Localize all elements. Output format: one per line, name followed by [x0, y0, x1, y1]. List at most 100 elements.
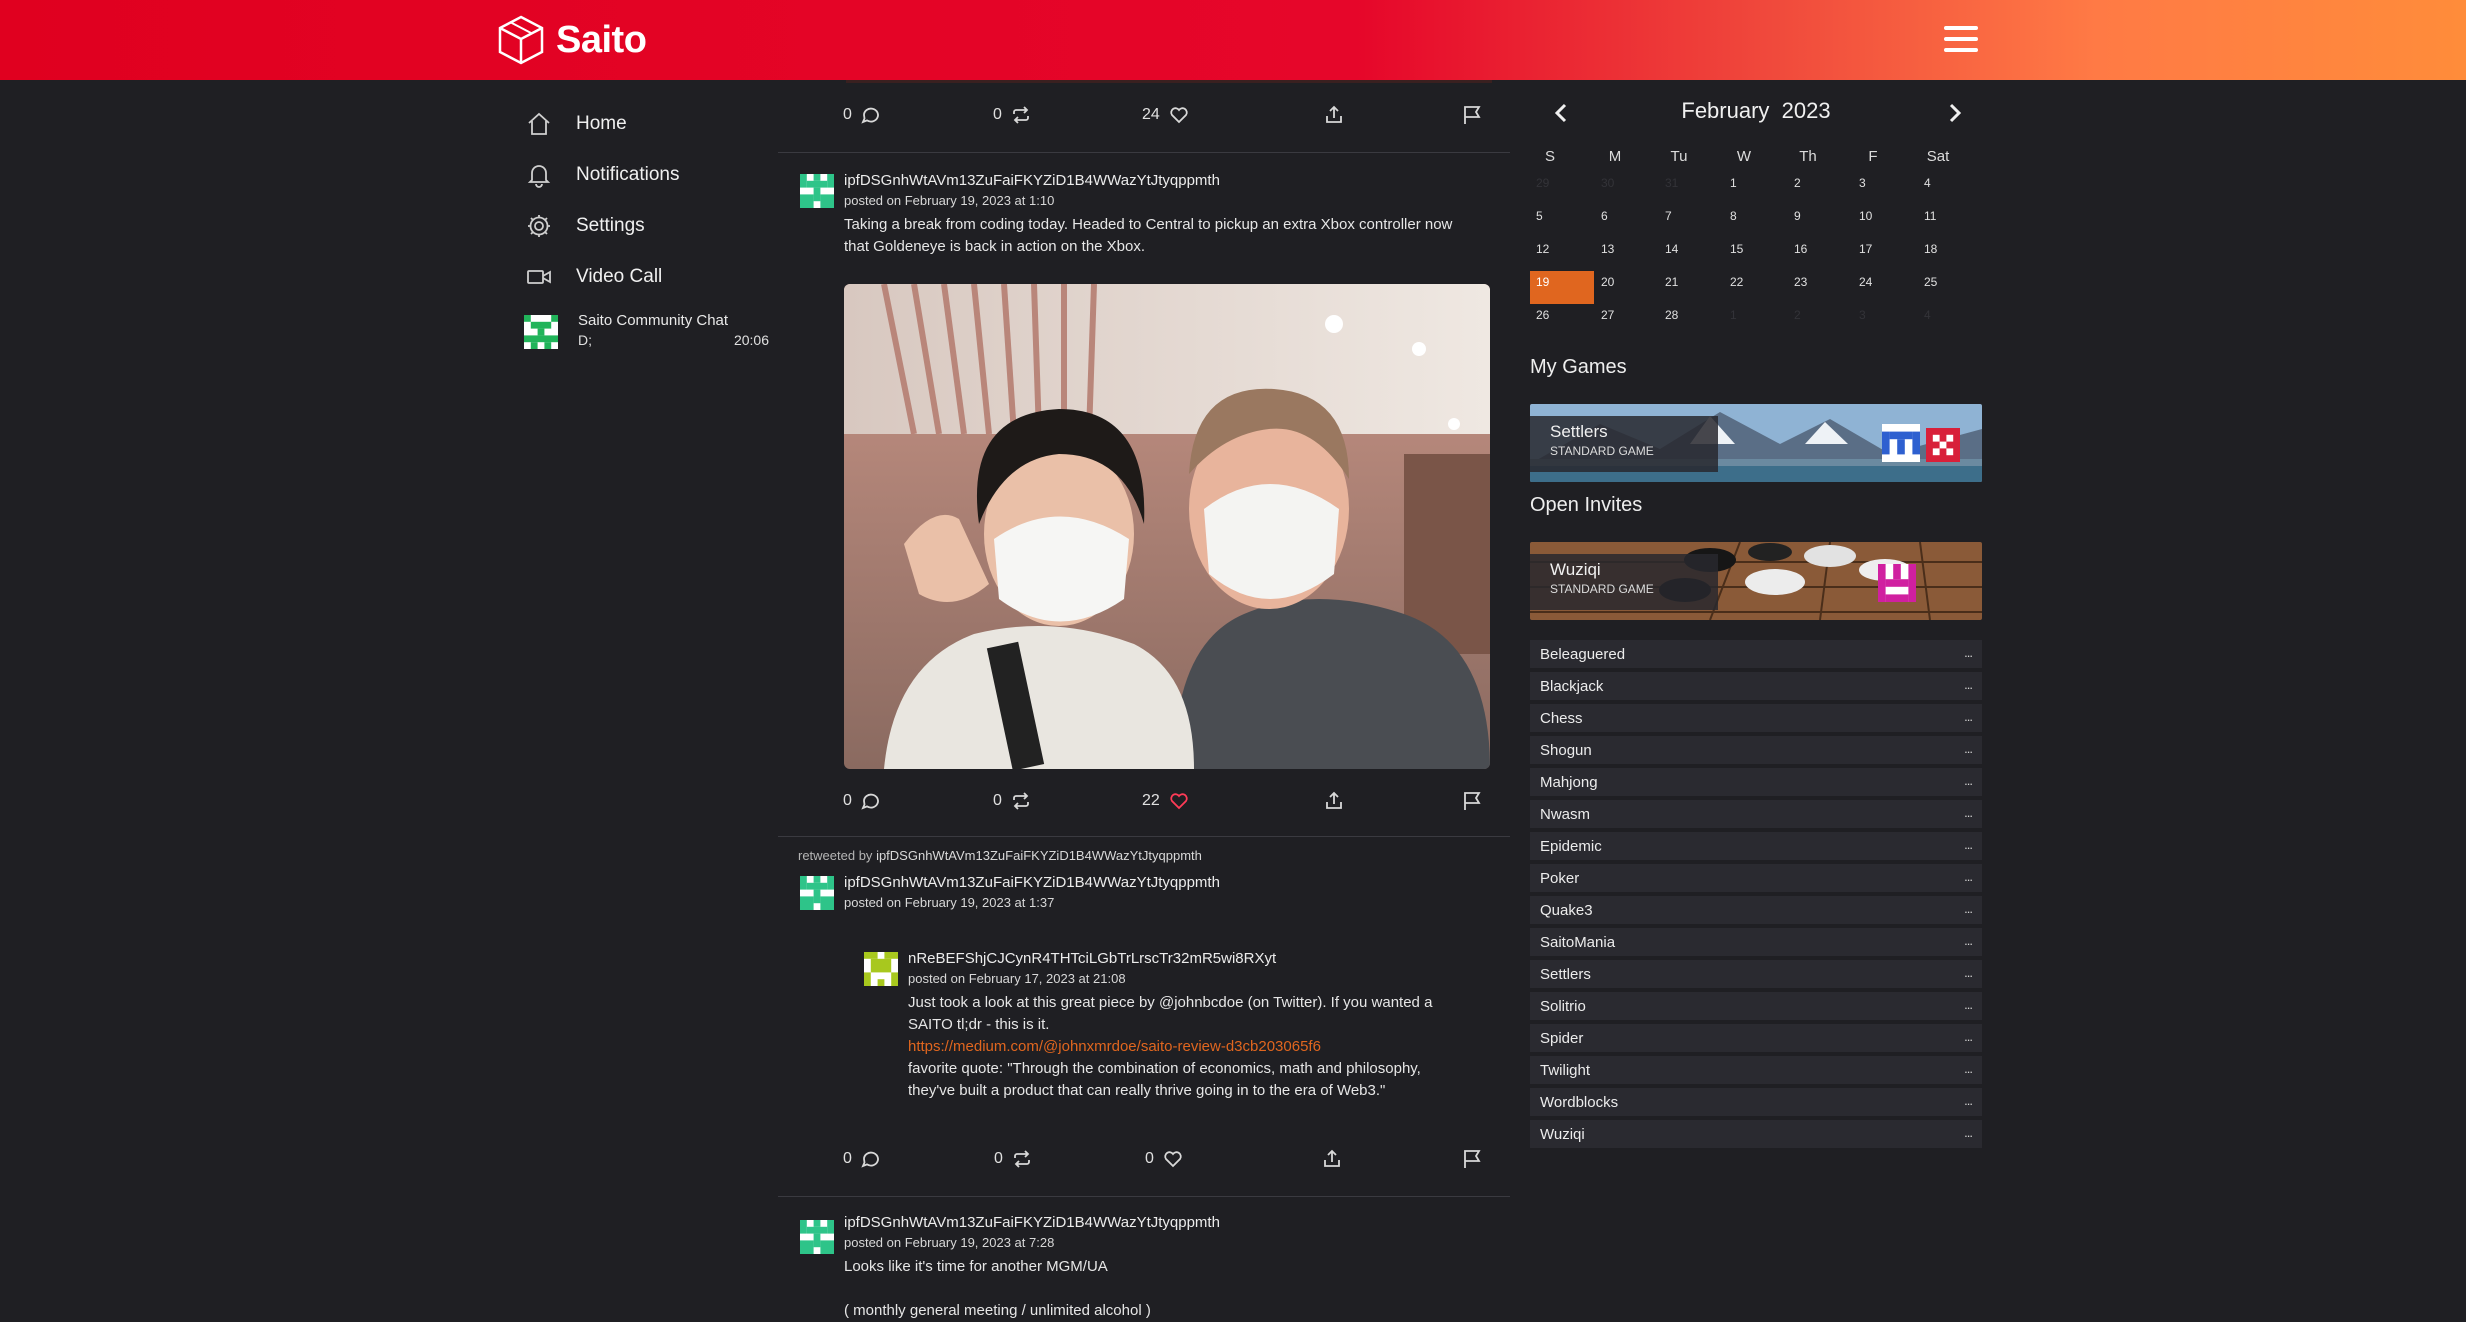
game-options-icon[interactable]: ... — [1964, 1061, 1973, 1076]
game-list-item[interactable]: Shogun... — [1530, 736, 1982, 764]
game-options-icon[interactable]: ... — [1964, 965, 1973, 980]
calendar-day[interactable]: 4 — [1918, 304, 1982, 337]
calendar-day[interactable]: 10 — [1853, 205, 1917, 238]
calendar-day[interactable]: 22 — [1724, 271, 1788, 304]
game-list-item[interactable]: Chess... — [1530, 704, 1982, 732]
calendar-day-today[interactable]: 19 — [1530, 271, 1594, 304]
calendar-day[interactable]: 2 — [1788, 304, 1852, 337]
calendar-day[interactable]: 15 — [1724, 238, 1788, 271]
quoted-post-link[interactable]: https://medium.com/@johnxmrdoe/saito-rev… — [908, 1036, 1321, 1058]
calendar-day[interactable]: 7 — [1659, 205, 1723, 238]
game-options-icon[interactable]: ... — [1964, 933, 1973, 948]
post-author[interactable]: ipfDSGnhWtAVm13ZuFaiFKYZiD1B4WWazYtJtyqp… — [844, 1214, 1220, 1231]
comment-button[interactable]: 0 — [843, 790, 882, 812]
calendar-day[interactable]: 5 — [1530, 205, 1594, 238]
calendar-day[interactable]: 3 — [1853, 172, 1917, 205]
game-options-icon[interactable]: ... — [1964, 677, 1973, 692]
report-button[interactable] — [1461, 104, 1483, 126]
calendar-day[interactable]: 18 — [1918, 238, 1982, 271]
game-card-settlers[interactable]: Settlers STANDARD GAME — [1530, 404, 1982, 482]
game-list-item[interactable]: Settlers... — [1530, 960, 1982, 988]
post-avatar[interactable] — [800, 1220, 834, 1254]
post-avatar[interactable] — [800, 876, 834, 910]
retweet-button[interactable]: 0 — [994, 1148, 1033, 1170]
game-options-icon[interactable]: ... — [1964, 869, 1973, 884]
like-button[interactable]: 0 — [1145, 1148, 1184, 1170]
calendar-day[interactable]: 4 — [1918, 172, 1982, 205]
calendar-day[interactable]: 28 — [1659, 304, 1723, 337]
game-list-item[interactable]: Beleaguered... — [1530, 640, 1982, 668]
share-button[interactable] — [1323, 790, 1345, 812]
nav-item-settings[interactable]: Settings — [524, 200, 774, 251]
game-list-item[interactable]: Quake3... — [1530, 896, 1982, 924]
calendar-day[interactable]: 29 — [1530, 172, 1594, 205]
nav-item-video-call[interactable]: Video Call — [524, 251, 774, 302]
post-avatar[interactable] — [800, 174, 834, 208]
calendar-day[interactable]: 6 — [1595, 205, 1659, 238]
game-list-item[interactable]: Blackjack... — [1530, 672, 1982, 700]
calendar-day[interactable]: 14 — [1659, 238, 1723, 271]
calendar-day[interactable]: 23 — [1788, 271, 1852, 304]
calendar-day[interactable]: 25 — [1918, 271, 1982, 304]
calendar-day[interactable]: 9 — [1788, 205, 1852, 238]
comment-button[interactable]: 0 — [843, 104, 882, 126]
game-card-wuziqi[interactable]: Wuziqi STANDARD GAME — [1530, 542, 1982, 620]
calendar-day[interactable]: 1 — [1724, 172, 1788, 205]
game-options-icon[interactable]: ... — [1964, 773, 1973, 788]
calendar-day[interactable]: 3 — [1853, 304, 1917, 337]
game-list-item[interactable]: Spider... — [1530, 1024, 1982, 1052]
game-options-icon[interactable]: ... — [1964, 997, 1973, 1012]
game-options-icon[interactable]: ... — [1964, 805, 1973, 820]
report-button[interactable] — [1461, 1148, 1483, 1170]
share-button[interactable] — [1323, 104, 1345, 126]
calendar-day[interactable]: 30 — [1595, 172, 1659, 205]
like-button[interactable]: 24 — [1142, 104, 1190, 126]
calendar-day[interactable]: 12 — [1530, 238, 1594, 271]
calendar-day[interactable]: 26 — [1530, 304, 1594, 337]
calendar-day[interactable]: 31 — [1659, 172, 1723, 205]
game-options-icon[interactable]: ... — [1964, 645, 1973, 660]
game-options-icon[interactable]: ... — [1964, 1125, 1973, 1140]
game-list-item[interactable]: SaitoMania... — [1530, 928, 1982, 956]
post-author[interactable]: ipfDSGnhWtAVm13ZuFaiFKYZiD1B4WWazYtJtyqp… — [844, 172, 1220, 189]
chat-item-saito-community[interactable]: Saito Community Chat D; 20:06 — [524, 312, 769, 356]
calendar-day[interactable]: 20 — [1595, 271, 1659, 304]
game-list-item[interactable]: Nwasm... — [1530, 800, 1982, 828]
game-list-item[interactable]: Wuziqi... — [1530, 1120, 1982, 1148]
retweet-button[interactable]: 0 — [993, 104, 1032, 126]
quoted-post-author[interactable]: nReBEFShjCJCynR4THTciLGbTrLrscTr32mR5wi8… — [908, 950, 1276, 967]
game-list-item[interactable]: Wordblocks... — [1530, 1088, 1982, 1116]
saito-logo[interactable]: Saito — [496, 14, 647, 66]
comment-button[interactable]: 0 — [843, 1148, 882, 1170]
game-options-icon[interactable]: ... — [1964, 1029, 1973, 1044]
calendar-day[interactable]: 24 — [1853, 271, 1917, 304]
quoted-post-avatar[interactable] — [864, 952, 898, 986]
game-list-item[interactable]: Epidemic... — [1530, 832, 1982, 860]
calendar-day[interactable]: 8 — [1724, 205, 1788, 238]
retweeted-by-user[interactable]: ipfDSGnhWtAVm13ZuFaiFKYZiD1B4WWazYtJtyqp… — [876, 848, 1202, 863]
game-options-icon[interactable]: ... — [1964, 837, 1973, 852]
calendar-day[interactable]: 21 — [1659, 271, 1723, 304]
game-list-item[interactable]: Solitrio... — [1530, 992, 1982, 1020]
game-options-icon[interactable]: ... — [1964, 709, 1973, 724]
game-options-icon[interactable]: ... — [1964, 741, 1973, 756]
calendar-day[interactable]: 27 — [1595, 304, 1659, 337]
game-list-item[interactable]: Poker... — [1530, 864, 1982, 892]
report-button[interactable] — [1461, 790, 1483, 812]
calendar-next-icon[interactable] — [1942, 100, 1968, 126]
game-options-icon[interactable]: ... — [1964, 1093, 1973, 1108]
share-button[interactable] — [1321, 1148, 1343, 1170]
hamburger-icon[interactable] — [1944, 26, 1978, 52]
calendar-day[interactable]: 11 — [1918, 205, 1982, 238]
like-button[interactable]: 22 — [1142, 790, 1190, 812]
calendar-day[interactable]: 16 — [1788, 238, 1852, 271]
calendar-day[interactable]: 13 — [1595, 238, 1659, 271]
calendar-day[interactable]: 2 — [1788, 172, 1852, 205]
nav-item-notifications[interactable]: Notifications — [524, 149, 774, 200]
retweet-button[interactable]: 0 — [993, 790, 1032, 812]
game-options-icon[interactable]: ... — [1964, 901, 1973, 916]
post-author[interactable]: ipfDSGnhWtAVm13ZuFaiFKYZiD1B4WWazYtJtyqp… — [844, 874, 1220, 891]
calendar-day[interactable]: 1 — [1724, 304, 1788, 337]
nav-item-home[interactable]: Home — [524, 98, 774, 149]
game-list-item[interactable]: Twilight... — [1530, 1056, 1982, 1084]
